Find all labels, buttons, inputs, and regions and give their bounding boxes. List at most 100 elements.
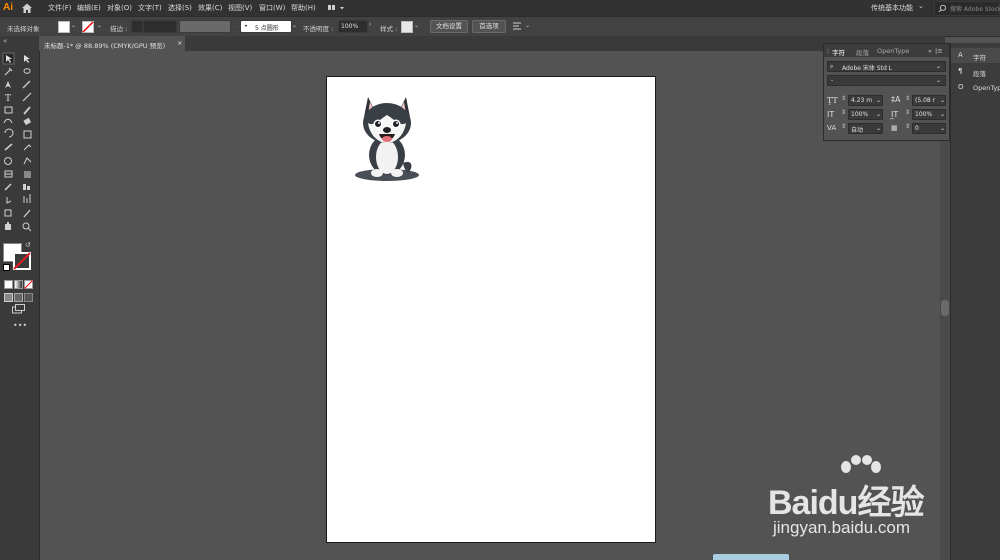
kerning-value: 自动 [851, 127, 864, 134]
chevron-down-icon: ⌄ [936, 77, 942, 84]
menu-bar: Ai 文件(F) 编辑(E) 对象(O) 文字(T) 选择(S) 效果(C) 视… [0, 0, 1000, 16]
chevron-down-icon[interactable]: ⌄ [414, 22, 419, 29]
menu-edit[interactable]: 编辑(E) [77, 3, 101, 13]
stepper-icon[interactable]: ⇕ [905, 109, 910, 116]
menu-view[interactable]: 视图(V) [228, 3, 252, 13]
chevron-down-icon[interactable]: ⌄ [525, 22, 530, 29]
fill-swatch[interactable] [58, 21, 70, 33]
default-colors-icon[interactable] [3, 264, 10, 271]
selection-status: 未选择对象 [7, 25, 40, 33]
watermark-url: jingyan.baidu.com [773, 518, 911, 537]
chevron-down-icon: ⌄ [936, 63, 942, 70]
chevron-right-icon[interactable]: › [369, 21, 371, 28]
panel-button-character[interactable]: A 字符 [951, 48, 1000, 63]
brush-definition[interactable]: • 5 点圆形 [240, 20, 292, 33]
brush-label: 5 点圆形 [255, 25, 279, 32]
chevron-down-icon[interactable]: ⌄ [918, 2, 924, 10]
stepper-icon[interactable]: ⇕ [905, 95, 910, 102]
chevron-down-icon[interactable]: ⌄ [292, 22, 297, 29]
stepper-icon[interactable]: ⇕ [841, 95, 846, 102]
tracking-value: 0 [915, 125, 919, 132]
font-size-icon: ŢT [827, 96, 838, 105]
vertical-scale-icon: IT [827, 110, 835, 119]
chevron-down-icon: ⌄ [940, 125, 946, 132]
menu-file[interactable]: 文件(F) [48, 3, 72, 13]
vertical-scale-field[interactable]: 100% ⌄ [848, 109, 883, 120]
menu-effect[interactable]: 效果(C) [198, 3, 222, 13]
opacity-field[interactable]: 100% [338, 20, 368, 33]
chevron-down-icon: ⌄ [876, 111, 882, 118]
panel-button-paragraph[interactable]: ¶ 段落 [951, 64, 1000, 79]
more-tools-icon[interactable]: ••• [13, 321, 27, 330]
workspace-switcher[interactable]: 传统基本功能 [871, 3, 913, 13]
collapse-icon[interactable]: « [3, 37, 7, 45]
gradient-mode-icon[interactable] [14, 280, 23, 289]
opentype-icon: O [958, 83, 964, 91]
horizontal-scale-field[interactable]: 100% ⌄ [912, 109, 946, 120]
husky-dog-illustration[interactable] [354, 93, 420, 183]
draw-normal-icon[interactable] [4, 293, 13, 302]
search-icon [938, 4, 947, 13]
draw-behind-icon[interactable] [14, 293, 23, 302]
panel-button-label: 字符 [973, 54, 986, 62]
preferences-button[interactable]: 首选项 [472, 20, 506, 33]
font-size-field[interactable]: 4.23 m ⌄ [848, 95, 883, 106]
stroke-swatch-icon[interactable] [82, 21, 94, 33]
tracking-icon: ▦ [891, 124, 898, 132]
stepper-icon[interactable]: ⇕ [841, 123, 846, 130]
font-size-value: 4.23 m [851, 97, 873, 104]
document-tab[interactable]: 未标题-1* @ 88.89% (CMYK/GPU 预览) × [39, 36, 185, 51]
menu-select[interactable]: 选择(S) [168, 3, 192, 13]
variable-width-profile[interactable] [179, 20, 231, 33]
menu-type[interactable]: 文字(T) [138, 3, 162, 13]
swap-colors-icon[interactable]: ↺ [25, 241, 31, 249]
font-style-select[interactable]: - ⌄ [827, 75, 946, 86]
graphic-style-swatch[interactable] [401, 21, 413, 33]
tracking-field[interactable]: 0 ⌄ [912, 123, 946, 134]
menu-help[interactable]: 帮助(H) [291, 3, 316, 13]
arrange-documents-icon[interactable] [327, 3, 347, 13]
kerning-field[interactable]: 自动 ⌄ [848, 123, 883, 134]
collapse-panel-icon[interactable]: » [928, 47, 932, 55]
color-mode-icon[interactable] [4, 280, 13, 289]
panel-menu-icon[interactable]: |≡ [935, 47, 943, 55]
stroke-weight-field[interactable] [143, 20, 177, 33]
align-icon[interactable] [512, 21, 522, 31]
stock-search-input[interactable]: 搜索 Adobe Stock [934, 1, 1000, 16]
menu-window[interactable]: 窗口(W) [259, 3, 285, 13]
stepper-icon[interactable]: ⇕ [841, 109, 846, 116]
search-placeholder: 搜索 Adobe Stock [950, 6, 1000, 13]
taskbar-thumbnail[interactable] [713, 554, 789, 560]
opacity-value: 100% [341, 23, 359, 30]
artboard[interactable] [326, 76, 656, 543]
chevron-down-icon[interactable]: ⌄ [97, 22, 102, 29]
character-icon: A [958, 51, 963, 59]
panel-button-opentype[interactable]: O OpenType [951, 80, 1000, 95]
leading-icon: ‡A [891, 95, 901, 104]
tab-paragraph[interactable]: 段落 [856, 47, 869, 57]
screen-mode-icon[interactable] [12, 304, 25, 314]
panel-grip-icon[interactable]: ⁝ [827, 47, 829, 55]
search-icon: ⌕ [830, 63, 834, 70]
stroke-color-box[interactable] [13, 252, 31, 270]
menu-object[interactable]: 对象(O) [107, 3, 132, 13]
home-icon[interactable] [21, 2, 33, 14]
svg-text:T: T [5, 94, 11, 104]
tab-opentype[interactable]: OpenType [877, 47, 909, 55]
leading-field[interactable]: (5.08 r ⌄ [912, 95, 946, 106]
document-setup-button[interactable]: 文档设置 [430, 20, 468, 33]
chevron-down-icon: ⌄ [940, 97, 946, 104]
chevron-down-icon: ⌄ [876, 125, 882, 132]
close-icon[interactable]: × [177, 39, 182, 47]
panel-button-label: 段落 [973, 70, 986, 78]
chevron-down-icon[interactable]: ⌄ [71, 22, 76, 29]
tab-character[interactable]: 字符 [832, 47, 845, 57]
none-mode-icon[interactable] [24, 280, 33, 289]
scrollbar-thumb[interactable] [941, 300, 949, 316]
stroke-weight-stepper[interactable] [131, 20, 143, 33]
app-logo: Ai [3, 2, 13, 13]
draw-inside-icon[interactable] [24, 293, 33, 302]
stepper-icon[interactable]: ⇕ [905, 123, 910, 130]
control-bar: 未选择对象 ⌄ ⌄ 描边 : · • 5 点圆形 ⌄ 不透明度 : 100% ›… [0, 16, 1000, 37]
font-family-select[interactable]: ⌕ Adobe 宋体 Std L ⌄ [827, 61, 946, 72]
